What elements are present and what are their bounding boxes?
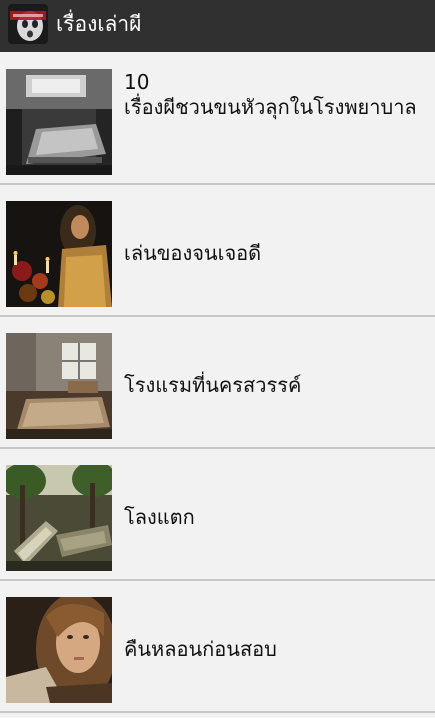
story-title: 10 เรื่องผีชวนขนหัวลุกในโรงพยาบาล	[124, 70, 417, 119]
hospital-ward-photo	[6, 69, 112, 175]
story-title: เล่นของจนเจอดี	[124, 241, 262, 265]
list-item[interactable]: เล่นของจนเจอดี	[0, 185, 435, 317]
abandoned-hotel-room-photo	[6, 333, 112, 439]
broken-coffins-photo	[6, 465, 112, 571]
list-item[interactable]: โลงแตก	[0, 449, 435, 581]
story-title: โลงแตก	[124, 505, 195, 529]
action-bar: เรื่องเล่าผี	[0, 0, 435, 52]
list-item[interactable]: คืนหลอนก่อนสอบ	[0, 581, 435, 713]
app-title: เรื่องเล่าผี	[56, 12, 142, 36]
ghost-app-icon[interactable]	[8, 4, 48, 44]
story-title: โรงแรมที่นครสวรรค์	[124, 373, 302, 397]
story-list: 10 เรื่องผีชวนขนหัวลุกในโรงพยาบาล เล่นขอ…	[0, 53, 435, 713]
story-title: คืนหลอนก่อนสอบ	[124, 637, 277, 661]
list-item[interactable]: โรงแรมที่นครสวรรค์	[0, 317, 435, 449]
list-item[interactable]: 10 เรื่องผีชวนขนหัวลุกในโรงพยาบาล	[0, 53, 435, 185]
ritual-candles-photo	[6, 201, 112, 307]
scared-girl-photo	[6, 597, 112, 703]
